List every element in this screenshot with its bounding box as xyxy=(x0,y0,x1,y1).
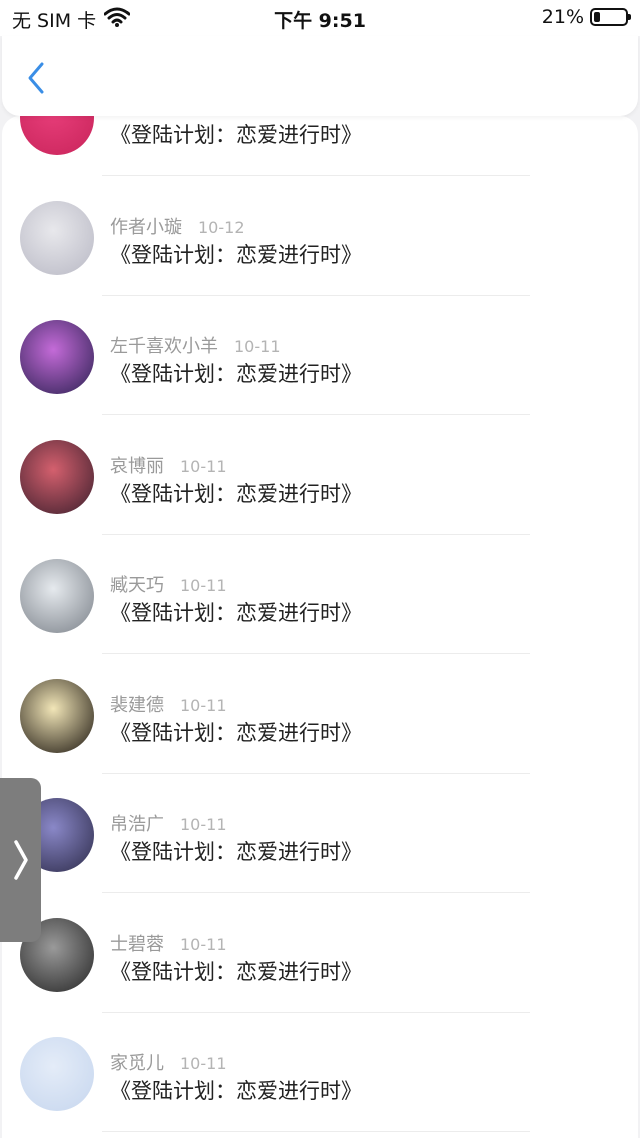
comment-meta: 哀博丽 10-11 xyxy=(110,452,227,478)
status-right: 21% xyxy=(541,6,631,28)
battery-level xyxy=(594,12,600,22)
comment-author[interactable]: 帛浩广 xyxy=(110,814,164,835)
comment-text: 《登陆计划：恋爱进行时》 xyxy=(110,959,362,984)
avatar[interactable] xyxy=(20,678,94,753)
comment-meta: 作者小璇 10-12 xyxy=(110,213,245,239)
row-divider xyxy=(102,1131,530,1132)
comment-text: 《登陆计划：恋爱进行时》 xyxy=(110,362,362,386)
comment-date: 10-11 xyxy=(180,695,227,715)
comment-text: 《登陆计划：恋爱进行时》 xyxy=(110,720,362,745)
comment-author[interactable]: 士碧蓉 xyxy=(110,934,164,955)
comment-author[interactable]: 裴建德 xyxy=(110,695,164,716)
comment-date: 10-11 xyxy=(234,337,281,356)
comment-row[interactable]: 士碧蓉 10-11 《登陆计划：恋爱进行时》 xyxy=(2,894,638,1013)
comment-meta: 士碧蓉 10-11 xyxy=(110,930,227,956)
avatar[interactable] xyxy=(20,559,94,633)
battery-icon xyxy=(590,8,631,26)
back-button[interactable] xyxy=(16,56,56,100)
comment-author[interactable]: 臧天巧 xyxy=(110,575,164,596)
avatar[interactable] xyxy=(20,439,94,514)
comment-meta: 帛浩广 10-11 xyxy=(110,810,227,836)
chevron-left-icon xyxy=(28,62,44,94)
chevron-right-icon xyxy=(13,840,28,880)
comment-row[interactable]: 臧天巧 10-11 《登陆计划：恋爱进行时》 xyxy=(2,535,638,654)
comment-row[interactable]: 帛浩广 10-11 《登陆计划：恋爱进行时》 xyxy=(2,774,638,893)
comment-date: 10-11 xyxy=(180,456,227,476)
comment-row[interactable]: 哀博丽 10-11 《登陆计划：恋爱进行时》 xyxy=(2,416,638,535)
comment-row[interactable]: 《登陆计划：恋爱进行时》 xyxy=(2,116,638,176)
battery-percent: 21% xyxy=(541,6,584,28)
status-bar: 无 SIM 卡 下午 9:51 21% xyxy=(0,0,640,36)
comment-text: 《登陆计划：恋爱进行时》 xyxy=(110,481,362,506)
navigation-bar xyxy=(2,36,638,116)
comment-meta: 左千喜欢小羊 10-11 xyxy=(110,332,281,358)
avatar[interactable] xyxy=(20,116,94,155)
comment-author[interactable]: 作者小璇 xyxy=(110,217,182,238)
comment-date: 10-12 xyxy=(198,217,245,237)
comment-author[interactable]: 家觅儿 xyxy=(110,1053,164,1074)
comment-meta: 裴建德 10-11 xyxy=(110,691,227,717)
comment-text: 《登陆计划：恋爱进行时》 xyxy=(110,601,362,625)
comment-row[interactable]: 作者小璇 10-12 《登陆计划：恋爱进行时》 xyxy=(2,177,638,296)
comment-date: 10-11 xyxy=(180,576,227,595)
comment-list: 《登陆计划：恋爱进行时》 作者小璇 10-12 《登陆计划：恋爱进行时》 左千喜欢小羊 1… xyxy=(2,116,638,1138)
comment-text: 《登陆计划：恋爱进行时》 xyxy=(110,1079,362,1103)
comment-author[interactable]: 左千喜欢小羊 xyxy=(110,336,218,357)
comment-text: 《登陆计划：恋爱进行时》 xyxy=(110,123,362,147)
avatar[interactable] xyxy=(20,1037,94,1111)
avatar[interactable] xyxy=(20,320,94,394)
comment-meta: 家觅儿 10-11 xyxy=(110,1049,227,1075)
comment-author[interactable]: 哀博丽 xyxy=(110,456,164,477)
comment-row[interactable]: 裴建德 10-11 《登陆计划：恋爱进行时》 xyxy=(2,655,638,774)
comment-row[interactable]: 家觅儿 10-11 《登陆计划：恋爱进行时》 xyxy=(2,1013,638,1132)
comment-date: 10-11 xyxy=(180,815,227,834)
side-expand-handle[interactable] xyxy=(0,778,41,942)
avatar[interactable] xyxy=(20,200,94,275)
comment-date: 10-11 xyxy=(180,934,227,954)
comment-date: 10-11 xyxy=(180,1054,227,1073)
comment-row[interactable]: 左千喜欢小羊 10-11 《登陆计划：恋爱进行时》 xyxy=(2,296,638,415)
comment-text: 《登陆计划：恋爱进行时》 xyxy=(110,242,362,267)
comment-text: 《登陆计划：恋爱进行时》 xyxy=(110,840,362,864)
comment-meta: 臧天巧 10-11 xyxy=(110,571,227,597)
